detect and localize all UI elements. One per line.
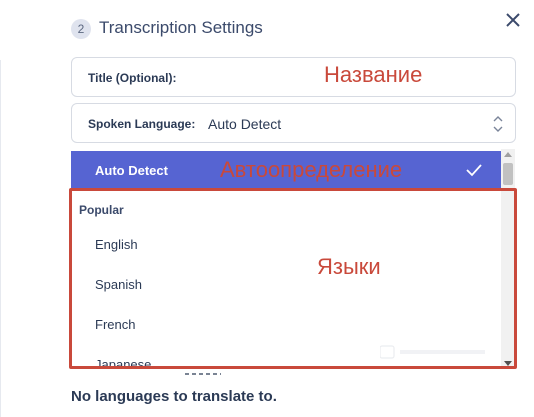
dashed-indicator-icon — [185, 373, 221, 375]
spoken-language-select[interactable]: Spoken Language: Auto Detect — [71, 103, 516, 143]
spoken-language-value: Auto Detect — [208, 116, 282, 132]
option-spanish[interactable]: Spanish — [95, 277, 142, 292]
option-french[interactable]: French — [95, 317, 135, 332]
option-english[interactable]: English — [95, 237, 138, 252]
spoken-language-label: Spoken Language: — [88, 117, 196, 131]
panel-divider — [0, 60, 1, 417]
dialog-title: Transcription Settings — [99, 18, 263, 37]
annotation-auto-detect: Автоопределение — [220, 157, 403, 182]
auto-detect-label: Auto Detect — [95, 163, 168, 178]
option-japanese[interactable]: Japanese — [95, 357, 151, 369]
watermark-logo-icon — [380, 345, 485, 359]
dropdown-scrollbar[interactable] — [501, 149, 515, 369]
step-badge: 2 — [71, 19, 91, 39]
scroll-thumb[interactable] — [503, 163, 513, 185]
annotation-languages: Языки — [317, 254, 381, 279]
close-icon[interactable] — [503, 10, 523, 30]
scroll-down-icon[interactable] — [504, 361, 512, 366]
select-arrows-icon — [493, 116, 503, 132]
annotation-title: Название — [324, 62, 423, 87]
check-icon — [466, 164, 482, 177]
scroll-up-icon[interactable] — [504, 152, 512, 157]
title-field[interactable]: Title (Optional): — [71, 57, 516, 97]
group-label-popular: Popular — [79, 203, 124, 217]
title-field-label: Title (Optional): — [88, 71, 177, 85]
no-languages-message: No languages to translate to. — [71, 388, 277, 405]
